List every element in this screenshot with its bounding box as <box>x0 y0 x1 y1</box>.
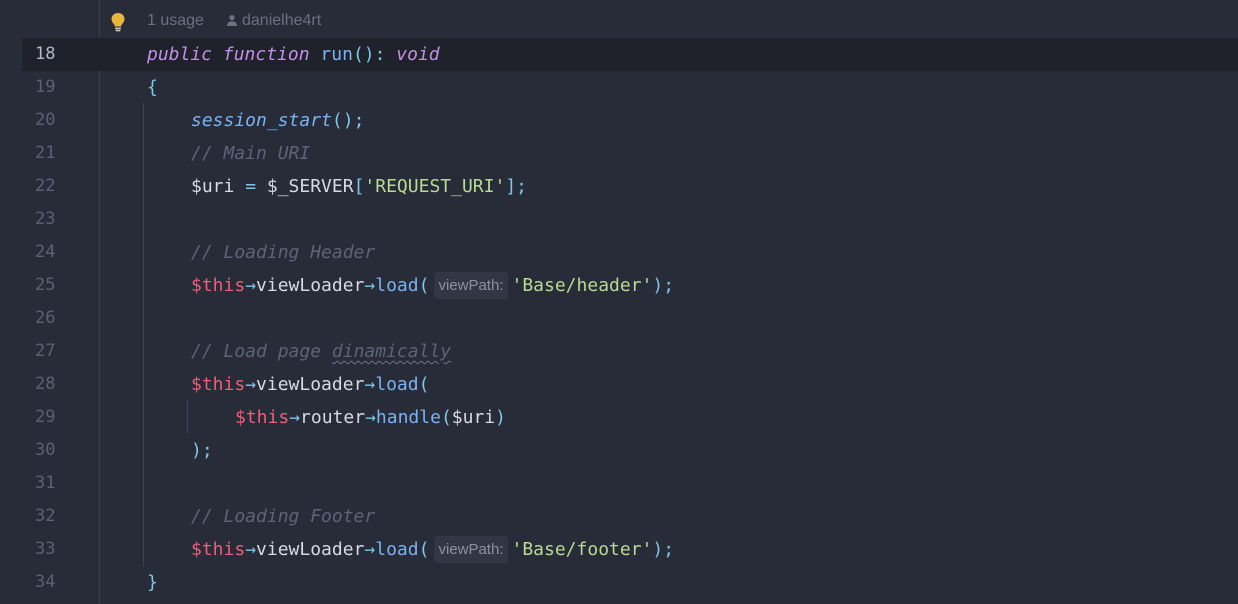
arrow-operator: → <box>245 539 257 560</box>
code-line-32[interactable]: 32 // Loading Footer <box>0 500 1238 533</box>
arrow-operator: → <box>364 374 376 395</box>
author-name: danielhe4rt <box>242 12 322 29</box>
this-keyword: $this <box>191 275 246 296</box>
punctuation: ( <box>418 539 430 560</box>
code-line-25[interactable]: 25 $this→viewLoader→load(viewPath: 'Base/… <box>0 269 1238 302</box>
code-line-21[interactable]: 21 // Main URI <box>0 137 1238 170</box>
punctuation: ( <box>418 374 430 395</box>
line-number[interactable]: 30 <box>22 434 62 467</box>
line-number[interactable]: 19 <box>22 71 62 104</box>
string: 'REQUEST_URI' <box>364 176 506 197</box>
line-number[interactable]: 20 <box>22 104 62 137</box>
line-number[interactable]: 26 <box>22 302 62 335</box>
usages-hint[interactable]: 1 usage <box>147 12 204 30</box>
open-brace: { <box>147 77 158 98</box>
code-vision-hints: 1 usage danielhe4rt <box>0 5 1238 38</box>
code-line-23[interactable]: 23 <box>0 203 1238 236</box>
property: router <box>300 407 366 428</box>
function-name: run <box>320 44 353 65</box>
keyword: function <box>222 44 310 65</box>
punctuation: (); <box>331 110 365 131</box>
property: viewLoader <box>256 275 365 296</box>
code-line-33[interactable]: 33 $this→viewLoader→load(viewPath: 'Base/… <box>0 533 1238 566</box>
punctuation: ); <box>652 539 675 560</box>
line-number[interactable]: 31 <box>22 467 62 500</box>
punctuation: ) <box>495 407 506 428</box>
arrow-operator: → <box>289 407 301 428</box>
code-line-34[interactable]: 34 } <box>0 566 1238 599</box>
parameter-name-hint[interactable]: viewPath: <box>434 272 508 299</box>
person-icon <box>227 15 237 26</box>
code-line-20[interactable]: 20 session_start(); <box>0 104 1238 137</box>
code-editor[interactable]: 1 usage danielhe4rt 18 public function r… <box>0 0 1238 604</box>
line-number[interactable]: 32 <box>22 500 62 533</box>
punctuation: ( <box>418 275 430 296</box>
punctuation: (): <box>352 44 386 65</box>
code-line-28[interactable]: 28 $this→viewLoader→load( <box>0 368 1238 401</box>
punctuation: ( <box>440 407 452 428</box>
this-keyword: $this <box>191 539 246 560</box>
punctuation: ); <box>652 275 675 296</box>
method-call: load <box>375 374 419 395</box>
variable: $uri <box>451 407 496 428</box>
operator: = <box>234 176 267 197</box>
close-brace: } <box>147 572 158 593</box>
parameter-name-hint[interactable]: viewPath: <box>434 536 508 563</box>
variable: $uri <box>191 176 235 197</box>
code-line-18[interactable]: 18 public function run(): void <box>22 38 1238 71</box>
lightbulb-icon[interactable] <box>109 12 127 32</box>
comment: // Loading Footer <box>191 506 376 527</box>
line-number[interactable]: 22 <box>22 170 62 203</box>
property: viewLoader <box>256 539 365 560</box>
punctuation: ]; <box>505 176 527 197</box>
superglobal: $_SERVER <box>266 176 354 197</box>
property: viewLoader <box>256 374 365 395</box>
arrow-operator: → <box>365 407 376 428</box>
code-line-27[interactable]: 27 // Load page dinamically <box>0 335 1238 368</box>
punctuation: [ <box>353 176 365 197</box>
line-number[interactable]: 24 <box>22 236 62 269</box>
spelling-typo[interactable]: dinamically <box>332 341 451 362</box>
line-number[interactable]: 21 <box>22 137 62 170</box>
arrow-operator: → <box>245 275 257 296</box>
line-number[interactable]: 18 <box>22 38 62 71</box>
method-call: handle <box>375 407 441 428</box>
comment: // Loading Header <box>191 242 376 263</box>
code-line-29[interactable]: 29 $this→router→handle($uri) <box>0 401 1238 434</box>
keyword: public <box>147 44 213 65</box>
code-line-22[interactable]: 22 $uri = $_SERVER['REQUEST_URI']; <box>0 170 1238 203</box>
arrow-operator: → <box>364 539 376 560</box>
line-number[interactable]: 33 <box>22 533 62 566</box>
line-number[interactable]: 23 <box>22 203 62 236</box>
line-number[interactable]: 34 <box>22 566 62 599</box>
code-line-31[interactable]: 31 <box>0 467 1238 500</box>
comment: // Load page <box>191 341 332 362</box>
string: 'Base/header' <box>511 275 653 296</box>
arrow-operator: → <box>245 374 257 395</box>
code-line-24[interactable]: 24 // Loading Header <box>0 236 1238 269</box>
return-type: void <box>396 44 440 65</box>
comment: // Main URI <box>191 143 311 164</box>
method-call: load <box>375 275 419 296</box>
punctuation: ); <box>191 440 213 461</box>
code-line-30[interactable]: 30 ); <box>0 434 1238 467</box>
line-number[interactable]: 29 <box>22 401 62 434</box>
arrow-operator: → <box>364 275 376 296</box>
function-call: session_start <box>191 110 332 131</box>
string: 'Base/footer' <box>511 539 653 560</box>
author-hint[interactable]: danielhe4rt <box>226 12 321 30</box>
line-number[interactable]: 28 <box>22 368 62 401</box>
line-number[interactable]: 27 <box>22 335 62 368</box>
code-line-19[interactable]: 19 { <box>0 71 1238 104</box>
code-line-26[interactable]: 26 <box>0 302 1238 335</box>
line-number[interactable]: 25 <box>22 269 62 302</box>
this-keyword: $this <box>235 407 290 428</box>
this-keyword: $this <box>191 374 246 395</box>
method-call: load <box>375 539 419 560</box>
